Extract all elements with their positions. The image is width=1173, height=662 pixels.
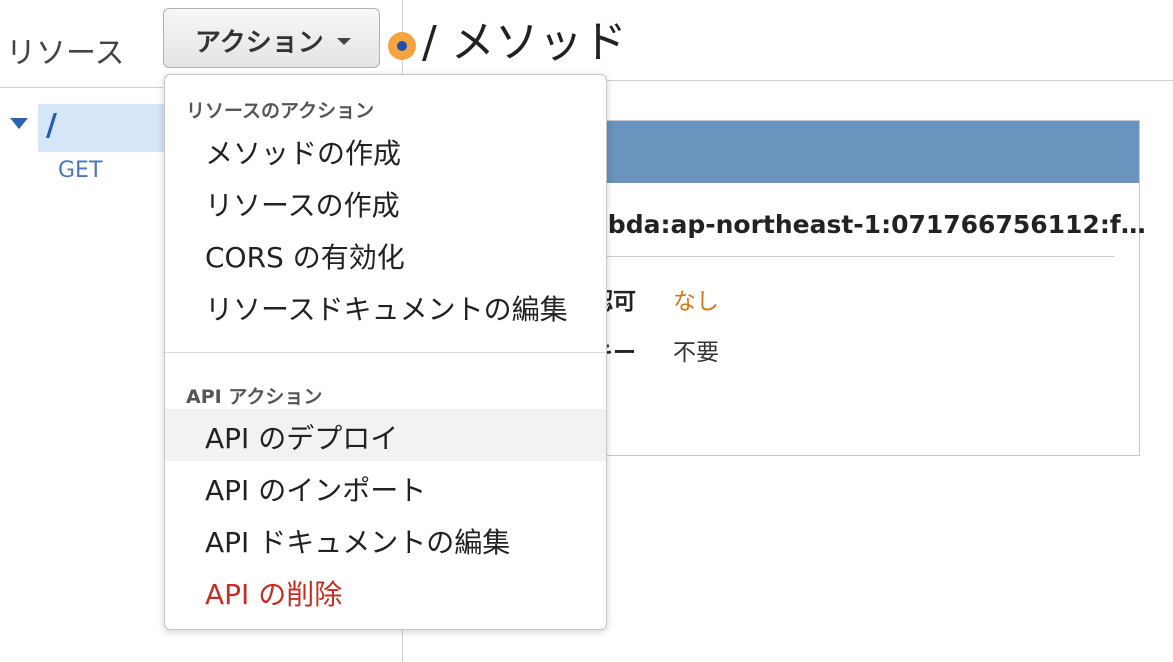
- menu-item-deploy-api[interactable]: API のデプロイ: [165, 409, 606, 461]
- menu-item-label[interactable]: メソッドの作成: [205, 132, 401, 172]
- divider: [590, 256, 1114, 257]
- authorization-value[interactable]: なし: [673, 282, 719, 316]
- menu-item-label[interactable]: API のインポート: [205, 469, 426, 509]
- tree-item-root-label[interactable]: /: [46, 108, 57, 143]
- menu-item-label[interactable]: API ドキュメントの編集: [205, 521, 510, 561]
- menu-item-label[interactable]: API の削除: [205, 573, 342, 613]
- cursor-dot-center-icon: [397, 41, 407, 51]
- menu-item-edit-api-docs[interactable]: API ドキュメントの編集: [165, 513, 606, 565]
- tree-item-get[interactable]: GET: [58, 158, 102, 183]
- resources-panel-title: リソース: [6, 36, 125, 71]
- menu-item-label[interactable]: CORS の有効化: [205, 236, 405, 276]
- menu-item-create-resource[interactable]: リソースの作成: [165, 176, 606, 228]
- menu-item-delete-api[interactable]: API の削除: [165, 565, 606, 617]
- page-title: / メソッド: [422, 17, 627, 68]
- actions-button-label[interactable]: アクション: [195, 22, 324, 59]
- menu-item-label[interactable]: リソースドキュメントの編集: [205, 288, 568, 328]
- divider: [0, 87, 163, 88]
- menu-divider: [165, 352, 606, 353]
- menu-item-import-api[interactable]: API のインポート: [165, 461, 606, 513]
- menu-item-label[interactable]: リソースの作成: [205, 184, 400, 224]
- section-header-resource-actions: リソースのアクション: [186, 100, 375, 122]
- menu-item-edit-resource-docs[interactable]: リソースドキュメントの編集: [165, 280, 606, 332]
- chevron-down-icon[interactable]: [337, 38, 351, 45]
- menu-item-enable-cors[interactable]: CORS の有効化: [165, 228, 606, 280]
- menu-item-label[interactable]: API のデプロイ: [205, 417, 398, 457]
- section-header-api-actions: API アクション: [186, 386, 323, 408]
- method-card-header[interactable]: [561, 121, 1139, 183]
- caret-down-icon[interactable]: [10, 118, 28, 129]
- menu-item-create-method[interactable]: メソッドの作成: [165, 124, 606, 176]
- api-key-value: 不要: [673, 340, 719, 366]
- lambda-arn-text[interactable]: nbda:ap-northeast-1:071766756112:f…: [590, 210, 1146, 239]
- tree-item-root[interactable]: [38, 104, 166, 152]
